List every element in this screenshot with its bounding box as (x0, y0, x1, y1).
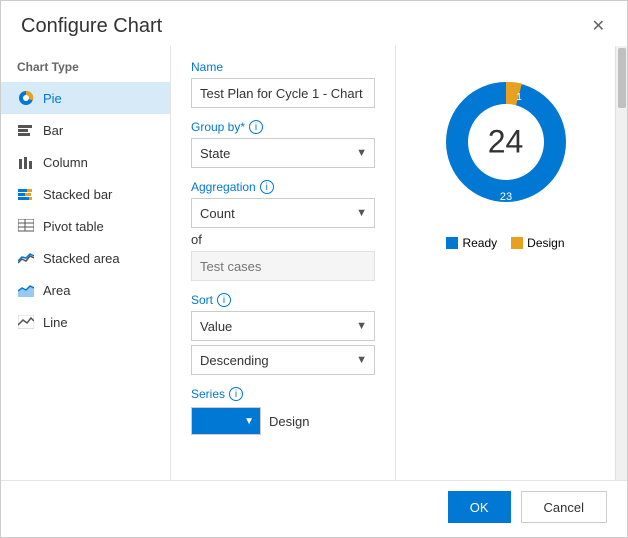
sort-order-select[interactable]: Descending Ascending (191, 345, 375, 375)
sort-value-select-wrap: Value Label ▼ (191, 311, 375, 341)
donut-chart: 23 1 24 (426, 62, 586, 222)
chart-type-label: Chart Type (1, 56, 170, 82)
sort-info-icon[interactable]: i (217, 293, 231, 307)
chart-preview-panel: 23 1 24 Ready Design (395, 46, 615, 480)
dialog-footer: OK Cancel (1, 480, 627, 537)
sort-label: Sort i (191, 293, 375, 307)
line-icon (17, 313, 35, 331)
of-label: of (191, 232, 375, 247)
legend-item-ready: Ready (446, 236, 497, 250)
bar-icon (17, 121, 35, 139)
group-by-info-icon[interactable]: i (249, 120, 263, 134)
chart-type-bar[interactable]: Bar (1, 114, 170, 146)
svg-text:1: 1 (516, 92, 522, 103)
close-button[interactable]: ✕ (586, 17, 611, 37)
bar-label: Bar (43, 123, 63, 138)
dialog-title-bar: Configure Chart ✕ (1, 1, 627, 46)
pie-icon (17, 89, 35, 107)
config-panel: Name Group by* i State Priority Assigned… (171, 46, 395, 480)
series-color-button[interactable]: ▼ (191, 407, 261, 435)
column-label: Column (43, 155, 88, 170)
pivot-label: Pivot table (43, 219, 104, 234)
sort-row: Value Label ▼ Descending Ascending ▼ (191, 311, 375, 375)
legend-item-design: Design (511, 236, 564, 250)
stacked-bar-label: Stacked bar (43, 187, 112, 202)
stacked-area-label: Stacked area (43, 251, 120, 266)
chart-type-area[interactable]: Area (1, 274, 170, 306)
series-field-group: Series i ▼ Design (191, 387, 375, 435)
area-icon (17, 281, 35, 299)
dialog-body: Chart Type Pie (1, 46, 627, 480)
legend-swatch-ready (446, 237, 458, 249)
chart-type-panel: Chart Type Pie (1, 46, 171, 480)
line-label: Line (43, 315, 68, 330)
group-by-select-wrap: State Priority Assigned To ▼ (191, 138, 375, 168)
name-input[interactable] (191, 78, 375, 108)
dialog-title: Configure Chart (21, 15, 162, 38)
name-label: Name (191, 60, 375, 74)
scrollbar[interactable] (615, 46, 627, 480)
series-info-icon[interactable]: i (229, 387, 243, 401)
chart-type-pie[interactable]: Pie (1, 82, 170, 114)
series-row: ▼ Design (191, 407, 375, 435)
group-by-field-group: Group by* i State Priority Assigned To ▼ (191, 120, 375, 168)
series-color-arrow-icon: ▼ (244, 416, 254, 427)
aggregation-select[interactable]: Count Sum Average (191, 198, 375, 228)
donut-center-value: 24 (488, 124, 524, 161)
group-by-label: Group by* i (191, 120, 375, 134)
aggregation-field-group: Aggregation i Count Sum Average ▼ of (191, 180, 375, 281)
sort-field-group: Sort i Value Label ▼ Descending (191, 293, 375, 375)
legend-label-ready: Ready (462, 236, 497, 250)
aggregation-select-wrap: Count Sum Average ▼ (191, 198, 375, 228)
svg-text:23: 23 (499, 191, 511, 203)
area-label: Area (43, 283, 70, 298)
series-color-swatch (198, 411, 244, 431)
chart-type-pivot[interactable]: Pivot table (1, 210, 170, 242)
chart-type-stacked-bar[interactable]: Stacked bar (1, 178, 170, 210)
scrollbar-thumb[interactable] (618, 48, 626, 108)
name-field-group: Name (191, 60, 375, 108)
of-input (191, 251, 375, 281)
ok-button[interactable]: OK (448, 491, 511, 523)
pivot-icon (17, 217, 35, 235)
sort-value-select[interactable]: Value Label (191, 311, 375, 341)
cancel-button[interactable]: Cancel (521, 491, 607, 523)
chart-type-line[interactable]: Line (1, 306, 170, 338)
legend-swatch-design (511, 237, 523, 249)
group-by-select[interactable]: State Priority Assigned To (191, 138, 375, 168)
configure-chart-dialog: Configure Chart ✕ Chart Type Pie (0, 0, 628, 538)
stacked-area-icon (17, 249, 35, 267)
series-label: Series i (191, 387, 375, 401)
series-name: Design (269, 414, 309, 429)
stacked-bar-icon (17, 185, 35, 203)
aggregation-label: Aggregation i (191, 180, 375, 194)
chart-type-stacked-area[interactable]: Stacked area (1, 242, 170, 274)
chart-type-column[interactable]: Column (1, 146, 170, 178)
legend-label-design: Design (527, 236, 564, 250)
chart-legend: Ready Design (446, 236, 564, 250)
aggregation-info-icon[interactable]: i (260, 180, 274, 194)
pie-label: Pie (43, 91, 62, 106)
column-icon (17, 153, 35, 171)
sort-order-select-wrap: Descending Ascending ▼ (191, 345, 375, 375)
